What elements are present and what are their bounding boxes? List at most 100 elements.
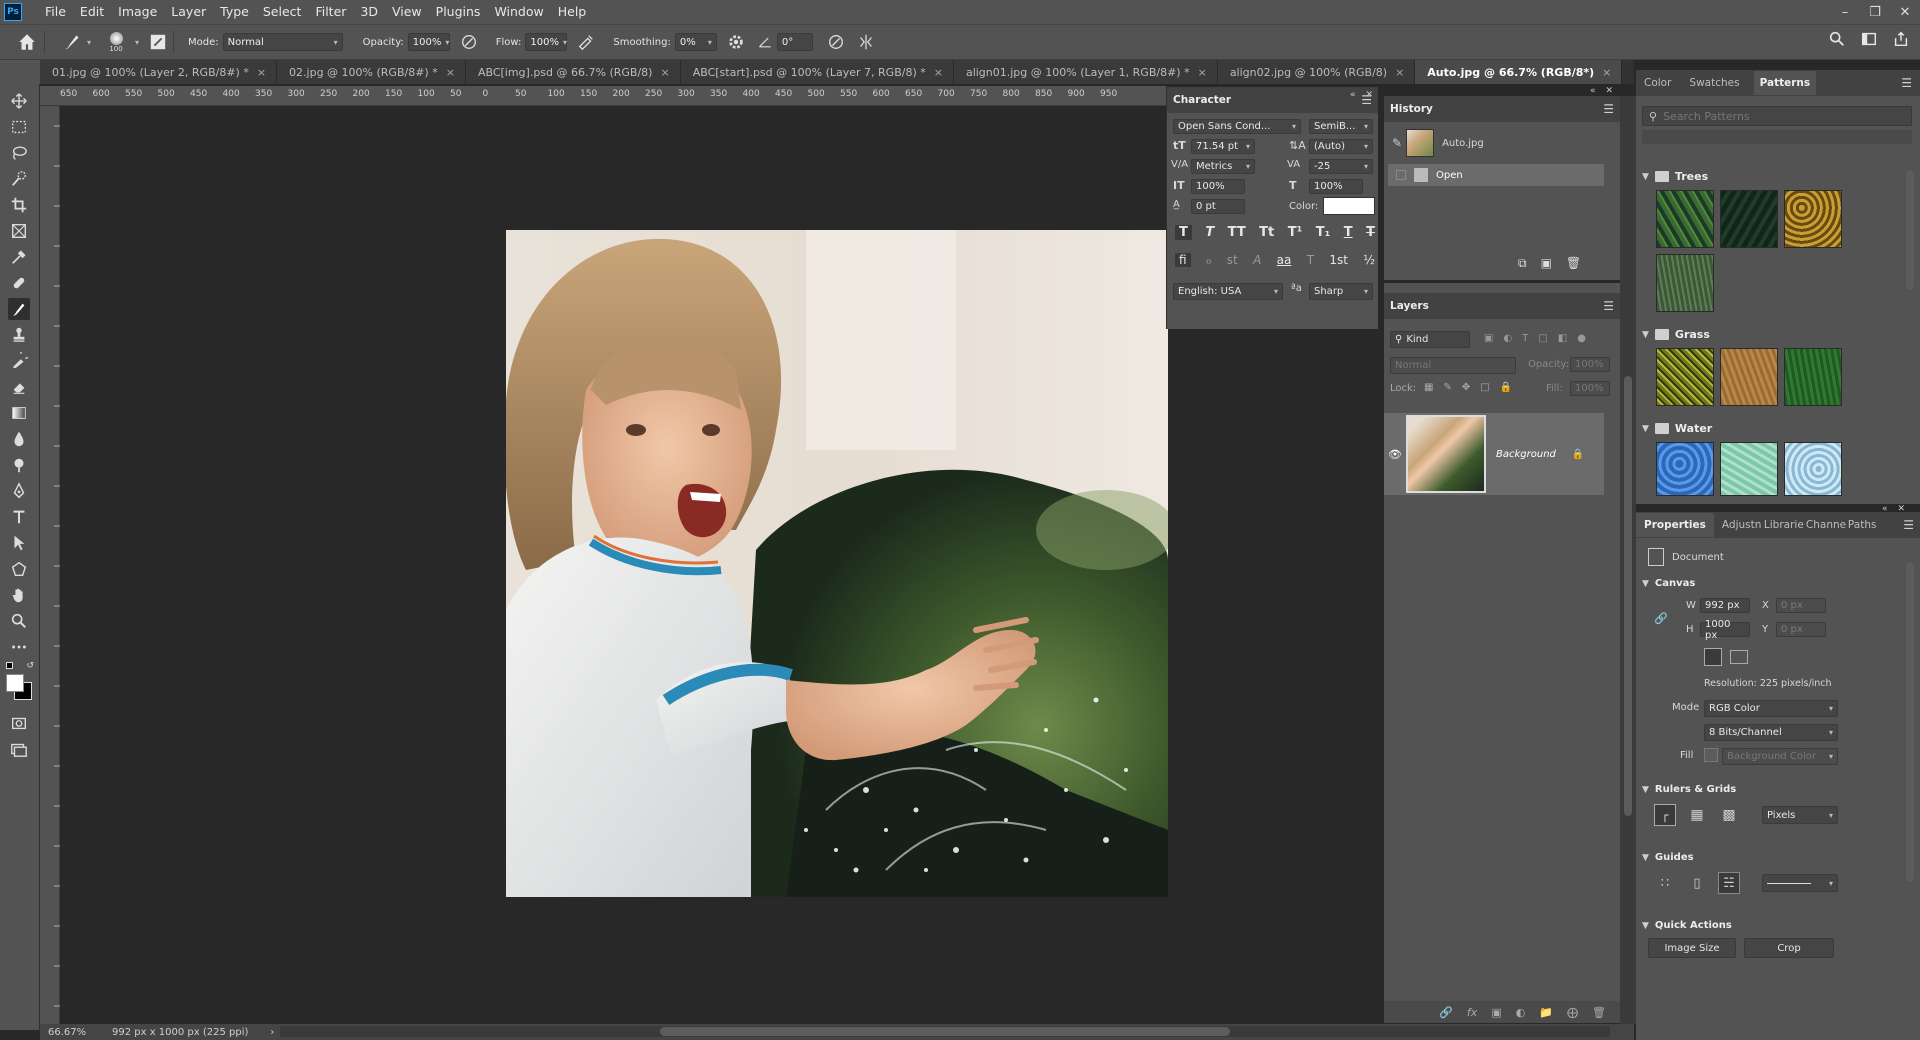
close-icon[interactable]: × — [257, 66, 266, 79]
faux-italic-button[interactable]: T — [1205, 225, 1214, 240]
stylistic-alternates-button[interactable]: aa — [1277, 253, 1292, 267]
dodge-tool-icon[interactable] — [8, 454, 30, 476]
swap-colors-controls[interactable]: ↺ — [6, 662, 34, 672]
history-snapshot[interactable]: ✎ Auto.jpg — [1388, 126, 1604, 160]
menu-edit[interactable]: Edit — [73, 0, 111, 24]
guide-style-select[interactable]: ▾ — [1762, 874, 1838, 892]
tab-swatches[interactable]: Swatches — [1689, 77, 1739, 89]
lock-icon[interactable]: 🔒 — [1572, 449, 1584, 460]
canvas-y-field[interactable]: 0 px — [1776, 622, 1826, 637]
patterns-scrollbar[interactable] — [1906, 170, 1914, 290]
tab-auto-jpg[interactable]: Auto.jpg @ 66.7% (RGB/8*) × — [1415, 60, 1623, 84]
pressure-opacity-icon[interactable] — [460, 33, 478, 51]
tab-align02[interactable]: align02.jpg @ 100% (RGB/8) × — [1217, 60, 1416, 84]
strikethrough-button[interactable]: T — [1366, 225, 1375, 240]
layers-tab[interactable]: Layers — [1390, 300, 1429, 312]
menu-3d[interactable]: 3D — [353, 0, 385, 24]
pen-tool-icon[interactable] — [8, 480, 30, 502]
lock-pixels-icon[interactable]: ✎ — [1443, 382, 1451, 393]
pattern-swatch-tree-2[interactable] — [1720, 190, 1778, 248]
trash-icon[interactable]: 🗑 — [1592, 1006, 1606, 1019]
quick-mask-icon[interactable] — [8, 712, 30, 734]
quick-selection-tool-icon[interactable] — [8, 168, 30, 190]
faux-bold-button[interactable]: T — [1175, 225, 1192, 240]
default-colors-icon[interactable] — [6, 662, 13, 669]
rulers-section-header[interactable]: ▼ Rulers & Grids — [1642, 784, 1736, 795]
layer-fill-field[interactable]: 100% — [1570, 381, 1610, 396]
brush-tool-icon[interactable] — [8, 298, 30, 320]
move-tool-icon[interactable] — [8, 90, 30, 112]
lock-artboard-icon[interactable]: □ — [1480, 382, 1489, 393]
new-group-icon[interactable]: 📁 — [1539, 1006, 1553, 1019]
chevron-down-icon[interactable]: ▼ — [1642, 172, 1649, 182]
lock-all-icon[interactable]: 🔒 — [1500, 382, 1512, 393]
language-select[interactable]: English: USA ▾ — [1173, 283, 1283, 300]
workspace-icon[interactable] — [1860, 30, 1878, 48]
frame-tool-icon[interactable] — [8, 220, 30, 242]
tab-properties[interactable]: Properties — [1636, 513, 1714, 537]
more-tools-icon[interactable] — [8, 636, 30, 658]
menu-image[interactable]: Image — [111, 0, 164, 24]
text-color-swatch[interactable] — [1323, 197, 1375, 215]
lasso-tool-icon[interactable] — [8, 142, 30, 164]
guide-layout-icon[interactable]: ☵ — [1718, 872, 1740, 894]
minimize-icon[interactable]: – — [1830, 0, 1860, 24]
flow-field[interactable]: 100% ▾ — [525, 33, 568, 51]
search-patterns-field[interactable]: ⚲ — [1642, 106, 1912, 126]
image-size-button[interactable]: Image Size — [1648, 938, 1736, 958]
visibility-eye-icon[interactable]: 👁 — [1384, 448, 1406, 461]
vertical-scale-field[interactable]: 100% — [1191, 179, 1245, 194]
history-item[interactable]: Open — [1388, 164, 1604, 186]
home-icon[interactable] — [16, 31, 38, 53]
chevron-down-icon[interactable]: ▼ — [1642, 579, 1649, 589]
symmetry-icon[interactable] — [857, 33, 875, 51]
swap-colors-icon[interactable]: ↺ — [26, 662, 34, 672]
fx-icon[interactable]: fx — [1467, 1006, 1477, 1019]
chevron-down-icon[interactable]: ▼ — [1642, 424, 1649, 434]
brush-tool-preset-icon[interactable] — [61, 31, 83, 53]
eraser-tool-icon[interactable] — [8, 376, 30, 398]
status-arrow[interactable]: › — [270, 1027, 274, 1038]
properties-scrollbar[interactable] — [1906, 562, 1914, 882]
collapse-icon[interactable]: « — [1590, 86, 1596, 96]
tab-libraries[interactable]: Librarie — [1764, 519, 1804, 531]
scrollbar-thumb[interactable] — [660, 1027, 1230, 1036]
ligatures-button[interactable]: fi — [1175, 253, 1191, 267]
all-caps-button[interactable]: TT — [1228, 225, 1246, 240]
scrollbar-thumb[interactable] — [1624, 376, 1632, 816]
font-size-field[interactable]: 71.54 pt ▾ — [1191, 139, 1255, 154]
eyedropper-tool-icon[interactable] — [8, 246, 30, 268]
swash-button[interactable]: A — [1253, 253, 1261, 267]
close-icon[interactable]: ✕ — [1366, 90, 1374, 100]
crop-tool-icon[interactable] — [8, 194, 30, 216]
chevron-down-icon[interactable]: ▾ — [87, 38, 91, 47]
adjustment-layer-icon[interactable]: ◐ — [1516, 1006, 1526, 1019]
layer-row-background[interactable]: 👁 Background 🔒 — [1384, 413, 1604, 495]
menu-plugins[interactable]: Plugins — [429, 0, 488, 24]
pattern-swatch-water-1[interactable] — [1656, 442, 1714, 496]
ordinals-button[interactable]: 1st — [1329, 253, 1348, 267]
crop-button[interactable]: Crop — [1744, 938, 1834, 958]
pattern-swatch-grass-3[interactable] — [1784, 348, 1842, 406]
discretionary-ligatures-button[interactable]: st — [1227, 253, 1238, 267]
pattern-swatch-tree-3[interactable] — [1784, 190, 1842, 248]
small-caps-button[interactable]: Tt — [1259, 225, 1274, 240]
search-icon[interactable] — [1828, 30, 1846, 48]
smart-object-filter-icon[interactable]: ◧ — [1558, 333, 1567, 344]
fill-select[interactable]: Background Color ▾ — [1722, 748, 1838, 765]
shape-tool-icon[interactable] — [8, 558, 30, 580]
guides-section-header[interactable]: ▼ Guides — [1642, 852, 1694, 863]
group-water-header[interactable]: ▼ Water — [1642, 422, 1712, 435]
chevron-down-icon[interactable]: ▼ — [1642, 785, 1649, 795]
airbrush-icon[interactable] — [577, 33, 595, 51]
close-icon[interactable]: ✕ — [1606, 86, 1614, 96]
type-filter-icon[interactable]: T — [1522, 333, 1528, 344]
toolbar-collapse[interactable] — [0, 60, 40, 84]
character-tab[interactable]: Character — [1173, 94, 1231, 106]
restore-icon[interactable]: ❐ — [1860, 0, 1890, 24]
healing-brush-tool-icon[interactable] — [8, 272, 30, 294]
menu-type[interactable]: Type — [213, 0, 256, 24]
hand-tool-icon[interactable] — [8, 584, 30, 606]
tab-02-jpg[interactable]: 02.jpg @ 100% (RGB/8#) * × — [277, 60, 466, 84]
color-mode-select[interactable]: RGB Color ▾ — [1704, 700, 1838, 717]
